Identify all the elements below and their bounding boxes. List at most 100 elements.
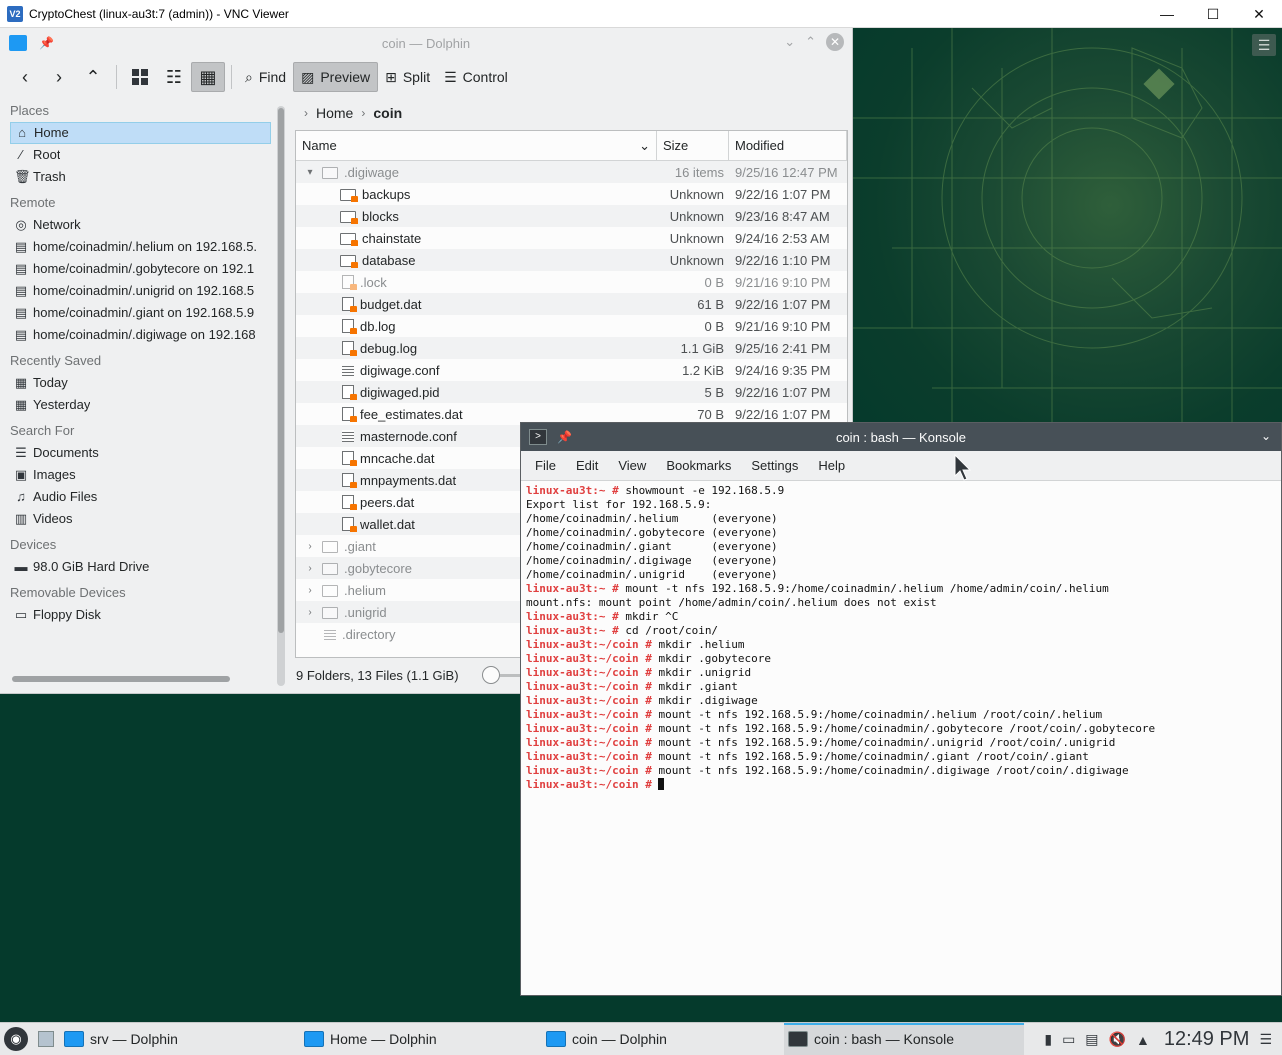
home-icon: ⌂ bbox=[18, 125, 26, 140]
file-row[interactable]: blocks Unknown 9/23/16 8:47 AM bbox=[296, 205, 847, 227]
forward-button[interactable]: › bbox=[42, 62, 76, 92]
konsole-window: > 📌 coin : bash — Konsole ⌄ File Edit View… bbox=[520, 422, 1282, 996]
file-row[interactable]: digiwage.conf 1.2 KiB 9/24/16 9:35 PM bbox=[296, 359, 847, 381]
column-header-name[interactable]: Name ⌄ bbox=[296, 131, 657, 160]
locked-file-icon bbox=[342, 297, 357, 312]
close-button[interactable]: ✕ bbox=[1236, 0, 1282, 28]
file-row[interactable]: db.log 0 B 9/21/16 9:10 PM bbox=[296, 315, 847, 337]
places-item[interactable]: ▥ Videos bbox=[0, 508, 272, 530]
taskbar-task[interactable]: coin — Dolphin bbox=[542, 1023, 784, 1055]
places-item[interactable]: ▤ home/coinadmin/.gobytecore on 192.1 bbox=[0, 258, 272, 280]
chevron-right-icon[interactable]: › bbox=[302, 585, 318, 596]
file-size: Unknown bbox=[669, 186, 724, 202]
taskbar-task[interactable]: Home — Dolphin bbox=[300, 1023, 542, 1055]
file-size: 1.2 KiB bbox=[682, 362, 724, 378]
file-name-cell: budget.dat bbox=[296, 297, 657, 312]
icons-view-button[interactable] bbox=[123, 62, 157, 92]
file-row[interactable]: digiwaged.pid 5 B 9/22/16 1:07 PM bbox=[296, 381, 847, 403]
places-item[interactable]: ▬ 98.0 GiB Hard Drive bbox=[0, 556, 272, 578]
volume-muted-icon[interactable]: 🔇 bbox=[1109, 1031, 1126, 1048]
split-button[interactable]: ⊞ Split bbox=[378, 62, 437, 92]
file-row[interactable]: debug.log 1.1 GiB 9/25/16 2:41 PM bbox=[296, 337, 847, 359]
pin-icon[interactable]: 📌 bbox=[39, 36, 54, 50]
minimize-chevron-icon[interactable]: ⌄ bbox=[1261, 429, 1271, 443]
terminal-line: mount.nfs: mount point /home/admin/coin/… bbox=[526, 596, 1276, 610]
places-item[interactable]: ▤ home/coinadmin/.digiwage on 192.168 bbox=[0, 324, 272, 346]
file-row[interactable]: database Unknown 9/22/16 1:10 PM bbox=[296, 249, 847, 271]
breadcrumb-separator-icon[interactable]: › bbox=[361, 106, 365, 120]
panel-menu-icon[interactable]: ☰ bbox=[1259, 1031, 1272, 1048]
terminal-app-icon[interactable]: > bbox=[529, 429, 547, 445]
places-item[interactable]: ⌂ Home bbox=[10, 122, 271, 144]
desktop-pager[interactable] bbox=[38, 1031, 54, 1047]
chevron-right-icon[interactable]: › bbox=[302, 563, 318, 574]
chevron-right-icon[interactable]: › bbox=[302, 541, 318, 552]
back-button[interactable]: ‹ bbox=[8, 62, 42, 92]
find-button[interactable]: ⌕ Find bbox=[238, 62, 293, 92]
up-button[interactable]: ⌃ bbox=[76, 62, 110, 92]
close-circle-icon[interactable]: ✕ bbox=[826, 33, 844, 51]
control-button[interactable]: ☰ Control bbox=[437, 62, 515, 92]
usb-icon[interactable]: ▮ bbox=[1044, 1031, 1052, 1048]
tray-expand-icon[interactable]: ▲ bbox=[1136, 1032, 1150, 1048]
file-row[interactable]: budget.dat 61 B 9/22/16 1:07 PM bbox=[296, 293, 847, 315]
maximize-button[interactable]: ☐ bbox=[1190, 0, 1236, 28]
places-item[interactable]: ▣ Images bbox=[0, 464, 272, 486]
chevron-right-icon[interactable]: › bbox=[302, 607, 318, 618]
places-item[interactable]: ▤ home/coinadmin/.giant on 192.168.5.9 bbox=[0, 302, 272, 324]
taskbar-task[interactable]: coin : bash — Konsole bbox=[784, 1023, 1024, 1055]
menu-bookmarks[interactable]: Bookmarks bbox=[662, 458, 741, 473]
menu-view[interactable]: View bbox=[614, 458, 656, 473]
compact-view-button[interactable]: ☷ bbox=[157, 62, 191, 92]
file-row[interactable]: .lock 0 B 9/21/16 9:10 PM bbox=[296, 271, 847, 293]
preview-button[interactable]: ▨ Preview bbox=[293, 62, 379, 92]
column-header-size[interactable]: Size bbox=[657, 131, 729, 160]
file-row[interactable]: chainstate Unknown 9/24/16 2:53 AM bbox=[296, 227, 847, 249]
terminal-line: linux-au3t:~/coin # mkdir .giant bbox=[526, 680, 1276, 694]
places-item[interactable]: ▭ Floppy Disk bbox=[0, 604, 272, 626]
file-row[interactable]: backups Unknown 9/22/16 1:07 PM bbox=[296, 183, 847, 205]
minimize-button[interactable]: — bbox=[1144, 0, 1190, 28]
places-item[interactable]: ∕ Root bbox=[0, 144, 272, 166]
desktop-toolbox-button[interactable]: ☰ bbox=[1252, 34, 1276, 56]
clock[interactable]: 12:49 PM bbox=[1164, 1028, 1250, 1051]
application-launcher-button[interactable]: ◉ bbox=[4, 1027, 28, 1051]
places-item[interactable]: ▤ home/coinadmin/.helium on 192.168.5. bbox=[0, 236, 272, 258]
file-row[interactable]: ▾ .digiwage 16 items 9/25/16 12:47 PM bbox=[296, 161, 847, 183]
places-item[interactable]: 🗑 Trash bbox=[0, 166, 272, 188]
taskbar-task[interactable]: srv — Dolphin bbox=[60, 1023, 300, 1055]
clipboard-icon[interactable]: ▤ bbox=[1085, 1031, 1098, 1048]
konsole-menubar: File Edit View Bookmarks Settings Help bbox=[521, 451, 1281, 481]
maximize-chevron-icon[interactable]: ⌃ bbox=[805, 34, 816, 50]
pin-icon[interactable]: 📌 bbox=[557, 430, 572, 444]
places-item[interactable]: ☰ Documents bbox=[0, 442, 272, 464]
zoom-slider-handle[interactable] bbox=[482, 666, 500, 684]
places-scrollbar[interactable] bbox=[277, 106, 285, 686]
menu-edit[interactable]: Edit bbox=[572, 458, 608, 473]
vnc-titlebar: V2 CryptoChest (linux-au3t:7 (admin)) - … bbox=[0, 0, 1282, 28]
minimize-chevron-icon[interactable]: ⌄ bbox=[784, 34, 795, 50]
folder-icon bbox=[322, 584, 338, 597]
places-horizontal-scrollbar[interactable] bbox=[12, 676, 230, 682]
file-name: peers.dat bbox=[360, 494, 415, 510]
display-icon[interactable]: ▭ bbox=[1062, 1031, 1075, 1048]
breadcrumb-current[interactable]: coin bbox=[373, 105, 402, 121]
menu-settings[interactable]: Settings bbox=[747, 458, 808, 473]
places-item[interactable]: ▤ home/coinadmin/.unigrid on 192.168.5 bbox=[0, 280, 272, 302]
places-item[interactable]: ▦ Yesterday bbox=[0, 394, 272, 416]
chevron-down-icon[interactable]: ▾ bbox=[302, 167, 318, 178]
column-header-modified[interactable]: Modified bbox=[729, 131, 847, 160]
menu-help[interactable]: Help bbox=[814, 458, 855, 473]
details-view-button[interactable]: ▦ bbox=[191, 62, 225, 92]
folder-app-icon[interactable] bbox=[9, 35, 27, 51]
places-item[interactable]: ♫ Audio Files bbox=[0, 486, 272, 508]
zoom-slider[interactable] bbox=[482, 666, 522, 684]
terminal-output[interactable]: linux-au3t:~ # showmount -e 192.168.5.9 E… bbox=[521, 481, 1281, 795]
places-item[interactable]: ◎ Network bbox=[0, 214, 272, 236]
scrollbar-thumb[interactable] bbox=[278, 108, 284, 633]
menu-file[interactable]: File bbox=[531, 458, 566, 473]
vnc-window-controls: — ☐ ✕ bbox=[1144, 0, 1282, 28]
breadcrumb-home[interactable]: Home bbox=[316, 105, 353, 121]
breadcrumb-arrow-icon[interactable]: › bbox=[304, 106, 308, 120]
places-item[interactable]: ▦ Today bbox=[0, 372, 272, 394]
